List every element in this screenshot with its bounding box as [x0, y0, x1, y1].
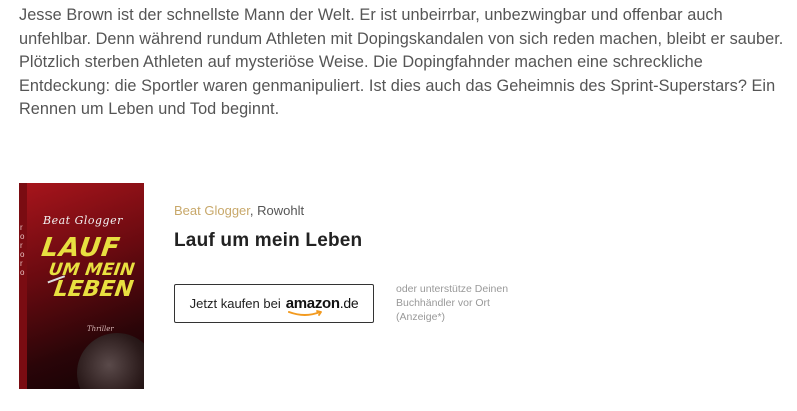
book-cover-image[interactable]: ro ro ro Beat Glogger LAUF UM MEIN LEBEN…: [19, 183, 144, 389]
support-local-bookseller-note: oder unterstütze Deinen Buchhändler vor …: [396, 282, 536, 324]
book-title: Lauf um mein Leben: [174, 230, 363, 251]
cover-publisher-mark: ro ro ro: [20, 223, 25, 277]
publisher-name: Rowohlt: [257, 203, 305, 218]
amazon-logo: amazon.de: [286, 295, 359, 316]
cover-figure-graphic: [77, 333, 144, 389]
cover-author: Beat Glogger: [43, 214, 123, 227]
book-description: Jesse Brown ist der schnellste Mann der …: [19, 6, 784, 118]
amazon-logo-tld: .de: [339, 295, 359, 311]
cover-genre: Thriller: [87, 325, 114, 333]
amazon-smile-icon: [287, 310, 322, 316]
book-recommendation-page: Jesse Brown ist der schnellste Mann der …: [0, 0, 797, 411]
book-card: ro ro ro Beat Glogger LAUF UM MEIN LEBEN…: [19, 183, 779, 389]
support-note-line1: oder unterstütze Deinen: [396, 283, 509, 295]
cover-spine-stripe: [19, 183, 27, 389]
buy-button-label: Jetzt kaufen bei: [189, 296, 281, 311]
support-note-line3: (Anzeige*): [396, 311, 446, 323]
author-link[interactable]: Beat Glogger: [174, 203, 250, 218]
support-note-line2[interactable]: Buchhändler vor Ort: [396, 297, 490, 309]
book-meta: Beat Glogger, Rowohlt: [174, 203, 304, 218]
buy-on-amazon-button[interactable]: Jetzt kaufen bei amazon.de: [174, 284, 374, 323]
cover-title-line1: LAUF: [39, 233, 123, 263]
